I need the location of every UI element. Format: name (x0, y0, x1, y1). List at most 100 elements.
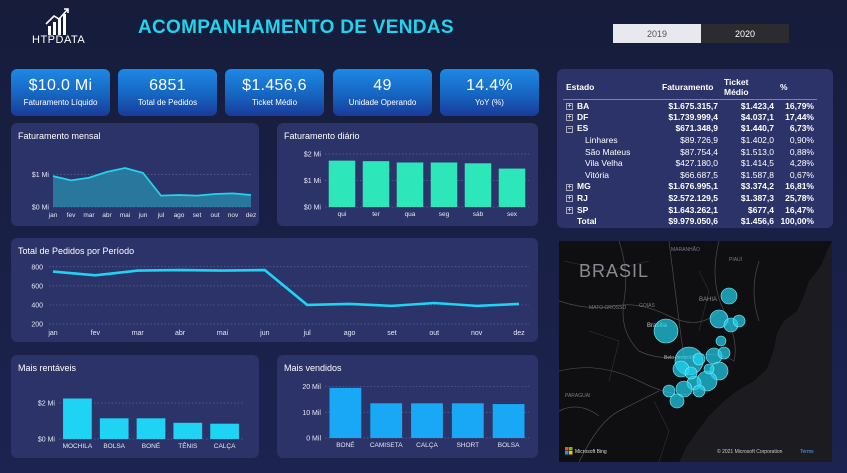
table-row[interactable]: + DF $1.739.999,4 $4.037,1 17,44% (563, 111, 817, 123)
x-tick-label: sex (507, 211, 518, 218)
cell-ticket: $1.414,5 (740, 158, 774, 169)
bar-qui (328, 160, 356, 207)
x-tick-label: CAMISETA (370, 442, 403, 449)
table-row[interactable]: + BA $1.675.315,7 $1.423,4 16,79% (563, 100, 817, 112)
x-tick-label: jul (303, 330, 311, 337)
cell-pct: 17,44% (785, 111, 814, 122)
cell-ticket: $1.387,3 (740, 193, 774, 204)
year-filter-2019[interactable]: 2019 (613, 24, 701, 43)
table-row[interactable]: Vitória $66.687,5 $1.587,8 0,67% (563, 169, 817, 181)
cell-ticket: $1.440,7 (740, 123, 774, 134)
x-tick-label: jan (47, 330, 57, 337)
table-row[interactable]: Linhares $89.726,9 $1.402,0 0,90% (563, 134, 817, 146)
cell-estado: + SP (563, 204, 659, 216)
cell-estado: Linhares (563, 134, 659, 146)
y-tick-label: 800 (31, 264, 43, 271)
map-label-paraguai: PARAGUAI (565, 393, 590, 399)
year-filter-2020[interactable]: 2020 (701, 24, 789, 43)
x-tick-label: jun (138, 212, 148, 219)
bar-sáb (464, 163, 492, 207)
cell-estado-label: Vitória (585, 169, 609, 180)
cell-estado-label: BA (577, 100, 590, 111)
expand-icon[interactable]: + (566, 183, 573, 191)
collapse-icon[interactable]: − (566, 125, 573, 133)
orders-line (52, 268, 520, 308)
y-tick-label: $2 Mi (304, 152, 322, 159)
table-row[interactable]: São Mateus $87.754,4 $1.513,0 0,88% (563, 146, 817, 158)
kpi-label: Ticket Médio (251, 98, 298, 107)
cell-estado-label: Linhares (585, 135, 618, 146)
table-row[interactable]: + MG $1.676.995,1 $3.374,2 16,81% (563, 181, 817, 193)
cell-ticket: $3.374,2 (740, 181, 774, 192)
map-bubble (692, 352, 706, 366)
page-title: ACOMPANHAMENTO DE VENDAS (138, 17, 454, 38)
monthly-revenue-chart: $0 Mi $1 Mi jan fev mar abr mai jun jul ago set out… (32, 167, 256, 219)
cell-estado: + MG (563, 181, 659, 193)
x-tick-label: jan (48, 212, 58, 219)
table-row[interactable]: − ES $671.348,9 $1.440,7 6,73% (563, 123, 817, 135)
column-header-estado[interactable]: Estado (563, 75, 659, 100)
kpi-value: 6851 (149, 77, 186, 94)
column-header-ticket[interactable]: Ticket Médio (721, 75, 777, 100)
cell-pct: 16,81% (785, 181, 814, 192)
expand-icon[interactable]: + (566, 195, 573, 203)
map-visual[interactable]: BRASIL MARANHÃO PIAUÍ BAHIA MATO GROSSO … (559, 241, 832, 462)
expand-icon[interactable]: + (566, 102, 573, 110)
table-row[interactable]: + RJ $2.572.129,5 $1.387,3 25,78% (563, 192, 817, 204)
cell-estado-label: RJ (577, 193, 588, 204)
map-label-maranhao: MARANHÃO (671, 246, 700, 253)
x-tick-label: CALÇA (416, 442, 438, 449)
cell-estado: − ES (563, 123, 659, 135)
map-bubble (703, 363, 715, 375)
total-ticket: $1.456,6 (740, 216, 774, 227)
x-tick-label: MOCHILA (63, 443, 93, 450)
total-name: Total (577, 216, 597, 227)
expand-icon[interactable]: + (566, 206, 573, 214)
map-copyright: © 2021 Microsoft Corporation (717, 448, 783, 455)
cell-ticket: $1.423,4 (740, 100, 774, 111)
cell-faturamento: $1.643.262,1 (668, 204, 718, 215)
state-table-panel: Estado Faturamento Ticket Médio % + BA $1.… (557, 69, 833, 228)
kpi-card-pedidos: 6851 Total de Pedidos (118, 69, 217, 116)
total-faturamento: $9.979.050,6 (668, 216, 718, 227)
bar-qua (396, 162, 424, 207)
column-header-faturamento[interactable]: Faturamento (659, 75, 721, 100)
table-header-row: Estado Faturamento Ticket Médio % (563, 75, 817, 100)
panel-monthly-revenue: Faturamento mensal $0 Mi $1 Mi jan fev mar ab… (11, 123, 259, 226)
cell-faturamento: $2.572.129,5 (668, 193, 718, 204)
kpi-card-faturamento: $10.0 Mi Faturamento Líquido (11, 69, 110, 116)
x-tick-label: set (193, 212, 202, 219)
panel-most-profitable: Mais rentáveis $0 Mi $2 Mi MOCHILA BOLSA BON… (11, 355, 259, 458)
cell-estado: + BA (563, 100, 659, 112)
bar-ter (362, 161, 390, 207)
y-tick-label: $0 Mi (32, 205, 50, 212)
kpi-label: Faturamento Líquido (23, 98, 98, 107)
area-fill (53, 168, 251, 207)
bar-boné (329, 387, 362, 438)
x-tick-label: dez (246, 212, 256, 219)
y-tick-label: $0 Mi (304, 205, 322, 212)
map-bubble (732, 314, 746, 328)
table-row[interactable]: + SP $1.643.262,1 $677,4 16,47% (563, 204, 817, 216)
cell-pct: 25,78% (785, 193, 814, 204)
x-tick-label: CALÇA (214, 443, 236, 450)
map-brand: Microsoft Bing (575, 449, 607, 455)
kpi-label: Total de Pedidos (137, 98, 198, 107)
column-header-pct[interactable]: % (777, 75, 817, 100)
map-terms-link[interactable]: Terms (800, 449, 814, 455)
cell-estado: + DF (563, 111, 659, 123)
brazil-map[interactable]: BRASIL MARANHÃO PIAUÍ BAHIA MATO GROSSO … (559, 241, 832, 462)
table-row[interactable]: Vila Velha $427.180,0 $1.414,5 4,28% (563, 157, 817, 169)
cell-estado-label: Vila Velha (585, 158, 623, 169)
x-tick-label: seg (439, 211, 450, 218)
x-tick-label: sáb (473, 211, 484, 218)
x-tick-label: abr (102, 212, 112, 219)
x-tick-label: out (210, 212, 219, 219)
expand-icon[interactable]: + (566, 114, 573, 122)
x-tick-label: qui (338, 211, 347, 218)
x-tick-label: SHORT (456, 442, 479, 449)
x-tick-label: mar (132, 330, 145, 337)
map-label-mato-grosso: MATO GROSSO (589, 305, 626, 311)
x-tick-label: dez (513, 330, 525, 337)
y-tick-label: 600 (31, 283, 43, 290)
